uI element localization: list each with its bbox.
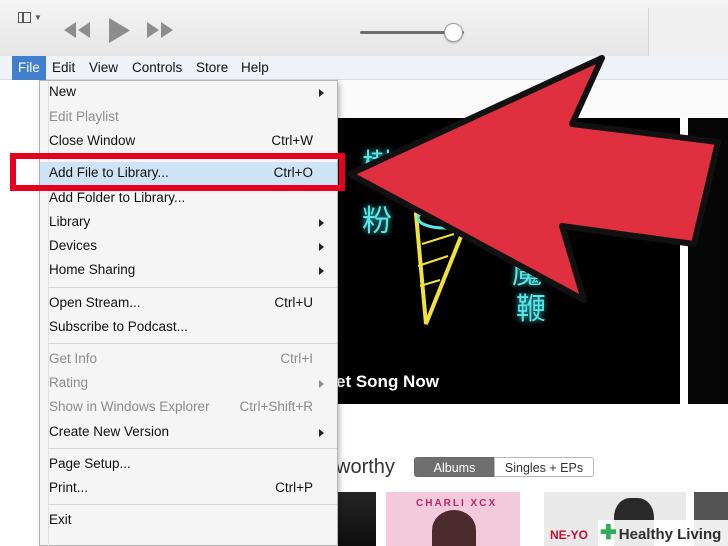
menu-item-open-stream[interactable]: Open Stream... Ctrl+U bbox=[40, 292, 337, 316]
window-menu-icon[interactable] bbox=[18, 12, 31, 23]
highlight-box bbox=[10, 153, 345, 191]
volume-knob[interactable] bbox=[444, 23, 464, 42]
menu-item-label: Edit Playlist bbox=[49, 109, 119, 124]
menu-item-label: Devices bbox=[49, 238, 98, 253]
menu-item-label: Create New Version bbox=[49, 424, 170, 439]
tab-singles-eps[interactable]: Singles + EPs bbox=[494, 457, 594, 477]
menu-item-shortcut: Ctrl+Shift+R bbox=[239, 399, 313, 414]
tab-albums[interactable]: Albums bbox=[414, 457, 495, 477]
menu-item-label: Exit bbox=[49, 512, 72, 527]
menu-view[interactable]: View bbox=[83, 56, 124, 80]
menu-item-get-info[interactable]: Get Info Ctrl+I bbox=[40, 348, 337, 372]
menu-help[interactable]: Help bbox=[235, 56, 275, 80]
menu-file[interactable]: File bbox=[12, 56, 46, 80]
submenu-arrow-icon bbox=[319, 429, 324, 437]
menu-separator bbox=[48, 448, 337, 449]
menu-item-edit-playlist[interactable]: Edit Playlist bbox=[40, 106, 337, 130]
album-art-figure bbox=[432, 510, 476, 546]
window-menu-caret-icon[interactable]: ▼ bbox=[34, 13, 42, 22]
menu-item-shortcut: Ctrl+W bbox=[271, 133, 313, 148]
album-thumbnail-title: CHARLI XCX bbox=[416, 498, 498, 509]
album-thumbnail[interactable] bbox=[336, 492, 376, 546]
watermark-text: Healthy Living bbox=[618, 526, 722, 543]
menu-item-exit[interactable]: Exit bbox=[40, 509, 337, 533]
menu-item-close-window[interactable]: Close Window Ctrl+W bbox=[40, 130, 337, 154]
album-thumbnail-title: NE-YO bbox=[550, 528, 589, 542]
section-title: worthy bbox=[336, 456, 395, 478]
menu-item-label: Get Info bbox=[49, 351, 98, 366]
menu-store[interactable]: Store bbox=[190, 56, 234, 80]
menu-separator bbox=[48, 343, 337, 344]
menu-item-shortcut: Ctrl+U bbox=[274, 295, 313, 310]
menu-item-print[interactable]: Print... Ctrl+P bbox=[40, 477, 337, 501]
menu-item-label: Print... bbox=[49, 480, 89, 495]
menu-item-page-setup[interactable]: Page Setup... bbox=[40, 453, 337, 477]
submenu-arrow-icon bbox=[319, 219, 324, 227]
submenu-arrow-icon bbox=[319, 89, 324, 97]
menu-item-label: New bbox=[49, 84, 77, 99]
submenu-arrow-icon bbox=[319, 243, 324, 251]
menu-item-show-in-windows-explorer[interactable]: Show in Windows Explorer Ctrl+Shift+R bbox=[40, 396, 337, 420]
submenu-arrow-icon bbox=[319, 267, 324, 275]
rewind-icon[interactable] bbox=[62, 20, 92, 40]
plus-icon: ✚ bbox=[600, 522, 617, 544]
menu-item-label: Close Window bbox=[49, 133, 136, 148]
menu-item-subscribe-to-podcast[interactable]: Subscribe to Podcast... bbox=[40, 316, 337, 340]
red-arrow-annotation bbox=[347, 55, 721, 303]
menu-item-label: Subscribe to Podcast... bbox=[49, 319, 188, 334]
menu-item-label: Add Folder to Library... bbox=[49, 190, 186, 205]
menu-edit[interactable]: Edit bbox=[46, 56, 81, 80]
play-icon[interactable] bbox=[106, 17, 132, 44]
menu-item-label: Rating bbox=[49, 375, 89, 390]
menu-item-shortcut: Ctrl+I bbox=[280, 351, 313, 366]
fast-forward-icon[interactable] bbox=[145, 20, 175, 40]
watermark: ✚ Healthy Living bbox=[598, 520, 728, 546]
menu-item-label: Home Sharing bbox=[49, 262, 136, 277]
menu-controls[interactable]: Controls bbox=[126, 56, 188, 80]
menu-separator bbox=[48, 287, 337, 288]
menu-item-label: Open Stream... bbox=[49, 295, 141, 310]
menu-item-label: Page Setup... bbox=[49, 456, 131, 471]
banner-headline: et Song Now bbox=[336, 372, 439, 391]
menu-item-devices[interactable]: Devices bbox=[40, 235, 337, 259]
menu-item-library[interactable]: Library bbox=[40, 211, 337, 235]
menu-item-label: Library bbox=[49, 214, 91, 229]
menu-item-home-sharing[interactable]: Home Sharing bbox=[40, 259, 337, 283]
menu-item-create-new-version[interactable]: Create New Version bbox=[40, 421, 337, 445]
menu-item-label: Show in Windows Explorer bbox=[49, 399, 210, 414]
menu-item-rating[interactable]: Rating bbox=[40, 372, 337, 396]
menu-separator bbox=[48, 504, 337, 505]
submenu-arrow-icon bbox=[319, 380, 324, 388]
album-thumbnail[interactable]: CHARLI XCX bbox=[386, 492, 520, 546]
menu-item-shortcut: Ctrl+P bbox=[275, 480, 313, 495]
menu-item-new[interactable]: New bbox=[40, 81, 337, 105]
